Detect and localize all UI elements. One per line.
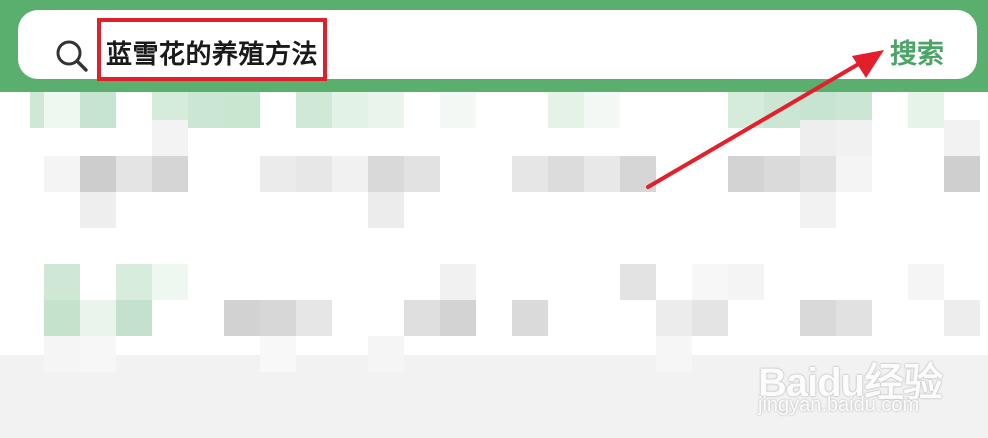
mosaic-tile [656, 300, 692, 336]
mosaic-tile [440, 300, 476, 336]
mosaic-tile [404, 156, 440, 192]
mosaic-tile [116, 300, 152, 336]
mosaic-tile [224, 92, 260, 128]
mosaic-tile [152, 120, 188, 156]
mosaic-tile [80, 336, 116, 372]
mosaic-tile [44, 264, 80, 300]
mosaic-tile [764, 156, 800, 192]
mosaic-tile [80, 92, 116, 128]
mosaic-tile [296, 92, 332, 128]
mosaic-tile [332, 92, 368, 128]
mosaic-tile [728, 156, 764, 192]
mosaic-tile [440, 264, 476, 300]
search-button[interactable]: 搜索 [890, 34, 944, 76]
mosaic-tile [836, 120, 872, 156]
mosaic-tile [440, 92, 476, 128]
mosaic-tile [80, 156, 116, 192]
mosaic-tile [260, 336, 296, 372]
mosaic-tile [908, 264, 944, 300]
mosaic-tile [404, 300, 440, 336]
mosaic-tile [512, 300, 548, 336]
mosaic-tile [728, 92, 764, 128]
mosaic-tile [548, 92, 584, 128]
watermark-url: jingyan.baidu.com [758, 394, 920, 416]
mosaic-tile [692, 264, 728, 300]
mosaic-tile [116, 264, 152, 300]
mosaic-tile [188, 92, 224, 128]
mosaic-tile [332, 156, 368, 192]
mosaic-tile [80, 192, 116, 228]
mosaic-tile [80, 300, 116, 336]
mosaic-tile [620, 264, 656, 300]
mosaic-tile [296, 300, 332, 336]
mosaic-tile [296, 156, 332, 192]
mosaic-tile [944, 156, 980, 192]
search-icon [56, 40, 88, 72]
mosaic-tile [620, 156, 656, 192]
search-results-screen: 蓝雪花的养殖方法 搜索 Baidu经验 jingyan.baidu.com [0, 0, 988, 438]
mosaic-tile [548, 156, 584, 192]
mosaic-tile [800, 120, 836, 156]
mosaic-tile [224, 300, 260, 336]
mosaic-tile [800, 192, 836, 228]
mosaic-tile [656, 336, 692, 372]
mosaic-tile [512, 156, 548, 192]
mosaic-tile [908, 92, 944, 128]
mosaic-tile [764, 92, 800, 128]
mosaic-tile [368, 156, 404, 192]
mosaic-tile [584, 156, 620, 192]
search-bar[interactable]: 蓝雪花的养殖方法 搜索 [18, 10, 977, 81]
highlight-box [97, 18, 327, 81]
mosaic-tile [152, 156, 188, 192]
mosaic-tile [944, 120, 980, 156]
mosaic-tile [368, 92, 404, 128]
mosaic-tile [692, 300, 728, 336]
mosaic-tile [260, 156, 296, 192]
mosaic-tile [836, 156, 872, 192]
mosaic-tile [368, 192, 404, 228]
mosaic-tile [728, 264, 764, 300]
mosaic-tile [584, 92, 620, 128]
search-header: 蓝雪花的养殖方法 搜索 [0, 0, 988, 92]
mosaic-tile [152, 264, 188, 300]
mosaic-tile [44, 92, 80, 128]
mosaic-tile [116, 156, 152, 192]
mosaic-tile [260, 300, 296, 336]
mosaic-tile [800, 156, 836, 192]
mosaic-tile [44, 300, 80, 336]
mosaic-tile [368, 336, 404, 372]
mosaic-tile [44, 156, 80, 192]
mosaic-tile [30, 92, 44, 128]
mosaic-tile [44, 336, 80, 372]
baidu-watermark: Baidu经验 jingyan.baidu.com [758, 330, 978, 430]
